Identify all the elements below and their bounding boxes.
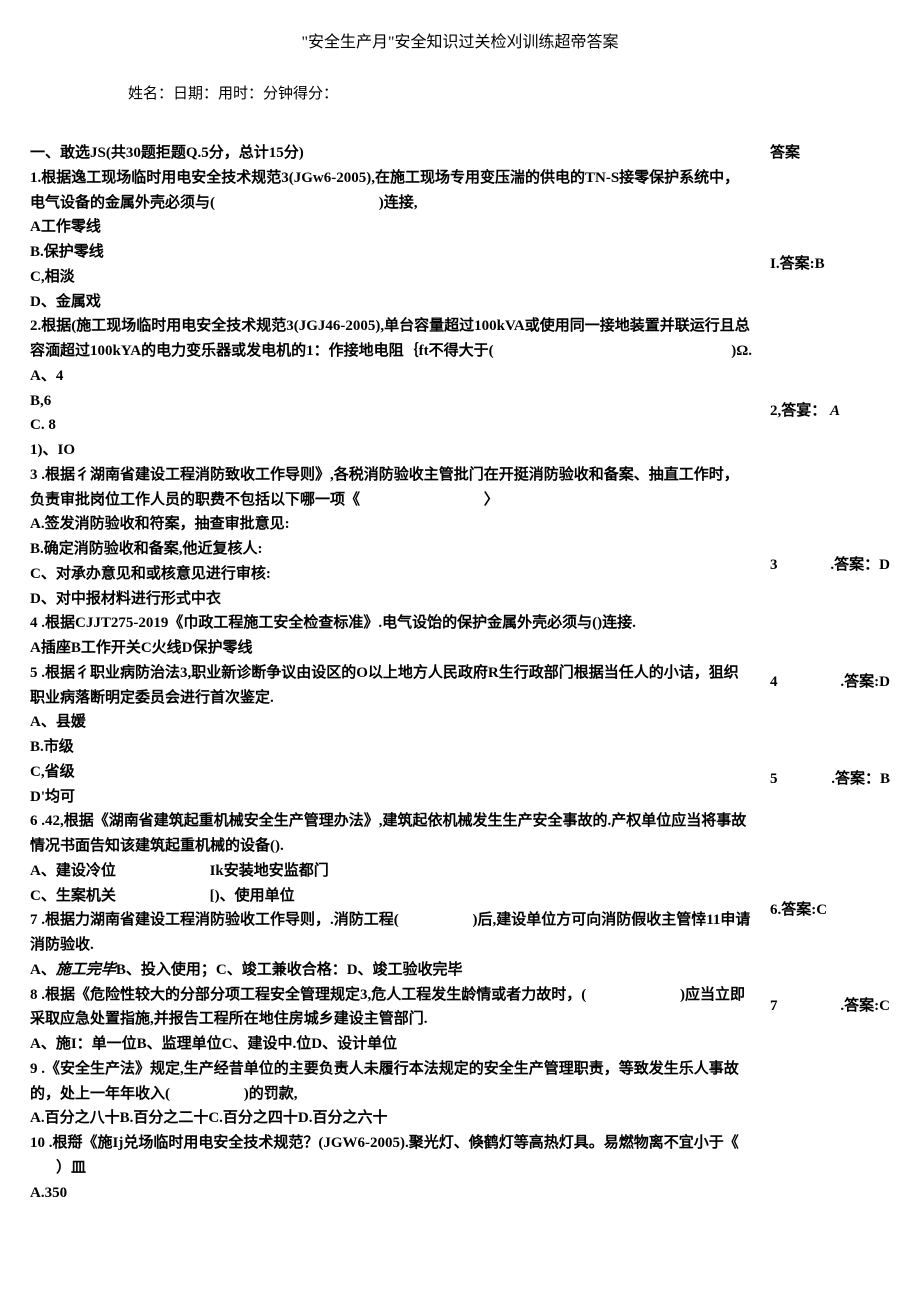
q1-opt-c: C,相淡 [30, 265, 752, 290]
q7-opt-a-italic: 施工完毕 [56, 962, 116, 978]
ans4: 4 .答案:D [770, 670, 890, 695]
q2-opt-a: A、4 [30, 364, 752, 389]
q5-opt-c: C,省级 [30, 760, 752, 785]
q7-opt-rest: B、投入使用；C、竣工兼收合格：D、竣工验收完毕 [116, 962, 463, 978]
q8: 8 .根据《危险性较大的分部分项工程安全管理规定3,危人工程发生龄情或者力故时，… [30, 983, 752, 1033]
q5-opt-a: A、县媛 [30, 710, 752, 735]
q6-stem: 6 .42,根据《湖南省建筑起重机械安全生产管理办法》,建筑起依机械发生生产安全… [30, 809, 752, 859]
q6-opt-d: [)、使用单位 [210, 888, 295, 904]
section-heading: 一、敢选JS(共30题拒题Q.5分，总计15分) [30, 141, 752, 166]
q6-opt-b: Ik安装地安监都门 [210, 863, 329, 879]
ans3: 3 .答案：D [770, 553, 890, 578]
q3-opt-d: D、对中报材料进行形式中衣 [30, 587, 752, 612]
ans7-a: 7 [770, 998, 778, 1014]
q10-stem-b: ）皿 [56, 1156, 752, 1181]
ans7: 7 .答案:C [770, 994, 890, 1019]
q6-opt-c: C、生案机关 [30, 888, 116, 904]
ans2-a: 2,答宴： [770, 403, 826, 419]
q3: 3 .根据彳湖南省建设工程消防致收工作导则》,各税消防验收主管批门在开挺消防验收… [30, 463, 752, 513]
q7-opt-a-prefix: A、 [30, 962, 56, 978]
q1-stem-b: )连接, [379, 195, 418, 211]
q2-stem-b: )Ω. [731, 339, 752, 364]
q5-opt-d: D'均可 [30, 785, 752, 810]
meta-line: 姓名：日期：用时：分钟得分： [128, 82, 890, 107]
q3-opt-a: A.签发消防验收和符案，抽查审批意见: [30, 512, 752, 537]
ans2: 2,答宴： A [770, 399, 890, 424]
page-title: "安全生产月"安全知识过关检刈训练超帝答案 [30, 30, 890, 56]
q3-stem-b: 〉 [484, 492, 499, 508]
ans5-b: .答案：B [831, 767, 890, 792]
q4-stem: 4 .根据CJJT275-2019《巾政工程施工安全检查标准》.电气设饴的保护金… [30, 611, 752, 636]
q2-opt-d: 1)、IO [30, 438, 752, 463]
ans3-a: 3 [770, 557, 778, 573]
q8-stem-a: 8 .根据《危险性较大的分部分项工程安全管理规定3,危人工程发生龄情或者力故时，… [30, 987, 586, 1003]
ans5: 5 .答案：B [770, 767, 890, 792]
q2-opt-c: C. 8 [30, 413, 752, 438]
ans3-b: .答案：D [830, 553, 890, 578]
q3-stem-a: 3 .根据彳湖南省建设工程消防致收工作导则》,各税消防验收主管批门在开挺消防验收… [30, 467, 739, 508]
q6-opt-a: A、建设冷位 [30, 863, 116, 879]
side-heading: 答案 [770, 141, 890, 166]
q2-opt-b: B,6 [30, 389, 752, 414]
q3-opt-b: B.确定消防验收和备案,他近复核人: [30, 537, 752, 562]
q5-stem: 5 .根据彳职业病防治法3,职业新诊断争议由设区的O以上地方人民政府R生行政部门… [30, 661, 752, 711]
q10-stem: 10 .根搿《施Ij兑场临时用电安全技术规范？(JGW6-2005).聚光灯、倏… [30, 1131, 752, 1156]
q9: 9 .《安全生产法》规定,生产经昔单位的主要负责人未履行本法规定的安全生产管理职… [30, 1057, 752, 1107]
q10-opt-a: A.350 [30, 1181, 752, 1206]
ans7-b: .答案:C [840, 994, 890, 1019]
q8-opt: A、施I：单一位B、监理单位C、建设中.位D、设计单位 [30, 1032, 752, 1057]
q4-opt: A插座B工作开关C火线D保护零线 [30, 636, 752, 661]
q1-opt-a: A工作零线 [30, 215, 752, 240]
ans4-a: 4 [770, 674, 778, 690]
ans5-a: 5 [770, 771, 778, 787]
ans1: I.答案:B [770, 252, 890, 277]
q2: 2.根据(施工现场临时用电安全技术规范3(JGJ46-2005),单台容量超过1… [30, 314, 752, 364]
q9-stem-a: 9 .《安全生产法》规定,生产经昔单位的主要负责人未履行本法规定的安全生产管理职… [30, 1061, 739, 1102]
q3-opt-c: C、对承办意见和或核意见进行审核: [30, 562, 752, 587]
q6-opt-line1: A、建设冷位 Ik安装地安监都门 [30, 859, 752, 884]
q2-stem-a: 2.根据(施工现场临时用电安全技术规范3(JGJ46-2005),单台容量超过1… [30, 318, 750, 359]
content-wrapper: 一、敢选JS(共30题拒题Q.5分，总计15分) 1.根据逸工现场临时用电安全技… [30, 141, 890, 1205]
q5-opt-b: B.市级 [30, 735, 752, 760]
q7-opts: A、施工完毕B、投入使用；C、竣工兼收合格：D、竣工验收完毕 [30, 958, 752, 983]
q1-opt-d: D、金属戏 [30, 290, 752, 315]
q7: 7 .根据力湖南省建设工程消防验收工作导则，.消防工程( )后,建设单位方可向消… [30, 908, 752, 958]
q1: 1.根据逸工现场临时用电安全技术规范3(JGw6-2005),在施工现场专用变压… [30, 166, 752, 216]
q6-opt-line2: C、生案机关 [)、使用单位 [30, 884, 752, 909]
q9-stem-b: )的罚款, [244, 1086, 298, 1102]
ans4-b: .答案:D [840, 670, 890, 695]
q1-opt-b: B.保护零线 [30, 240, 752, 265]
ans2-b: A [830, 403, 840, 419]
answer-column: 答案 I.答案:B 2,答宴： A 3 .答案：D 4 .答案:D 5 .答案：… [770, 141, 890, 1019]
q9-opt: A.百分之八十B.百分之二十C.百分之四十D.百分之六十 [30, 1106, 752, 1131]
ans6: 6.答案:C [770, 898, 890, 923]
main-column: 一、敢选JS(共30题拒题Q.5分，总计15分) 1.根据逸工现场临时用电安全技… [30, 141, 770, 1205]
q7-stem-a: 7 .根据力湖南省建设工程消防验收工作导则，.消防工程( [30, 912, 399, 928]
